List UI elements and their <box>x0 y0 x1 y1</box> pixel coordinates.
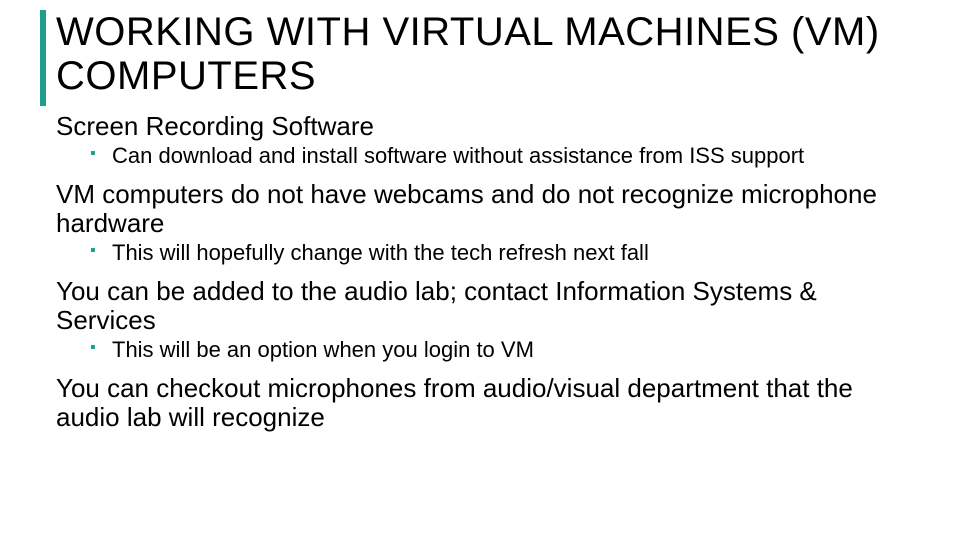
bullet-item: This will hopefully change with the tech… <box>90 240 920 267</box>
bullet-item: Can download and install software withou… <box>90 143 920 170</box>
section-bullets: Can download and install software withou… <box>56 143 920 170</box>
slide-title: WORKING WITH VIRTUAL MACHINES (VM) COMPU… <box>56 10 920 98</box>
slide: WORKING WITH VIRTUAL MACHINES (VM) COMPU… <box>0 0 960 540</box>
section-bullets: This will hopefully change with the tech… <box>56 240 920 267</box>
bullet-item: This will be an option when you login to… <box>90 337 920 364</box>
section-bullets: This will be an option when you login to… <box>56 337 920 364</box>
slide-body: Screen Recording Software Can download a… <box>56 112 920 432</box>
section-lead: You can checkout microphones from audio/… <box>56 374 920 432</box>
section-lead: You can be added to the audio lab; conta… <box>56 277 920 335</box>
title-accent-bar <box>40 10 46 106</box>
section-lead: Screen Recording Software <box>56 112 920 141</box>
section-lead: VM computers do not have webcams and do … <box>56 180 920 238</box>
